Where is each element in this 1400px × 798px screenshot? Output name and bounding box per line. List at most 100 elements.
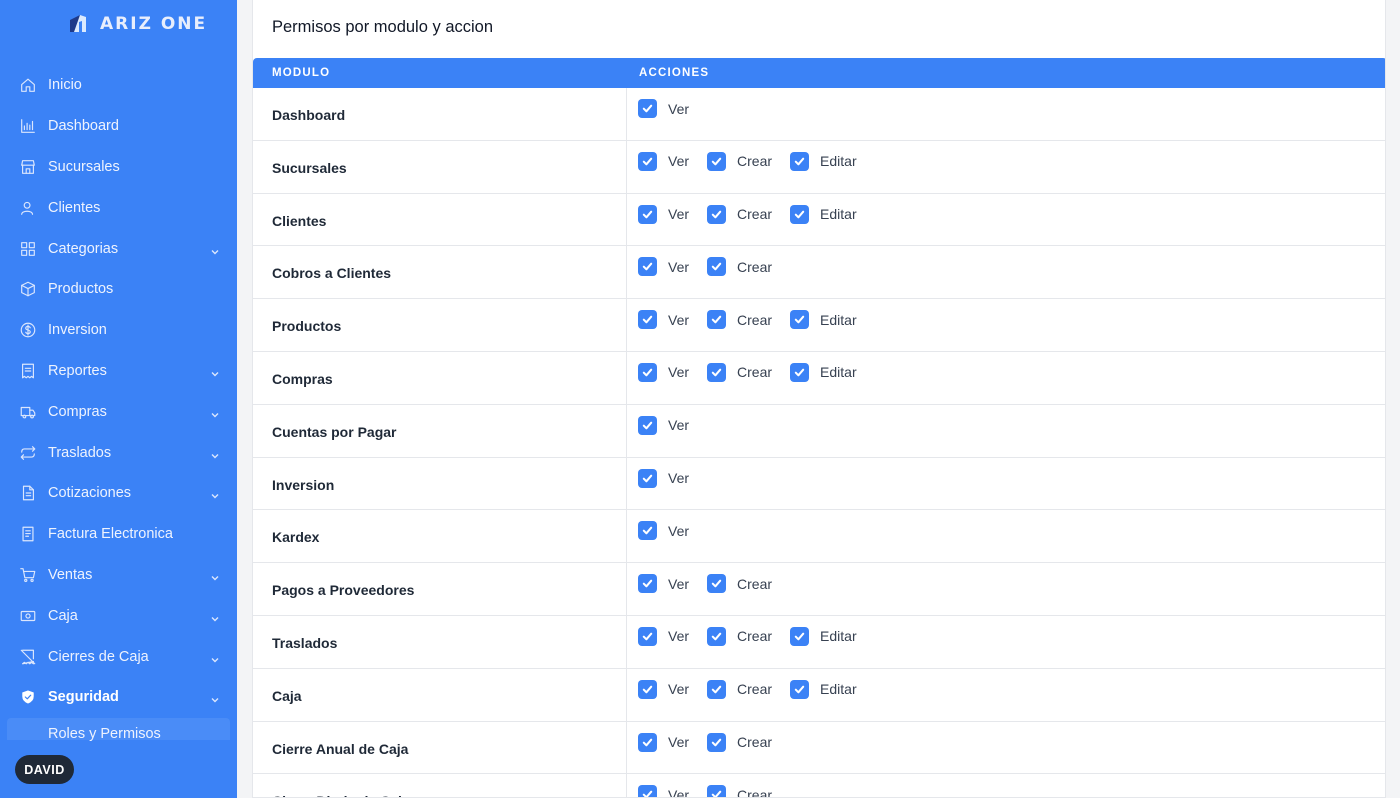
user-badge[interactable]: DAVID <box>15 755 74 784</box>
checkbox-checked-icon[interactable] <box>638 468 657 488</box>
sidebar-item-sucursales[interactable]: Sucursales <box>0 147 237 188</box>
permission-ver-checkbox[interactable]: Ver <box>638 151 689 171</box>
permission-editar-checkbox[interactable]: Editar <box>790 151 857 171</box>
permission-ver-checkbox[interactable]: Ver <box>638 679 689 699</box>
permission-ver-checkbox[interactable]: Ver <box>638 626 689 646</box>
brand-logo-icon <box>66 12 90 36</box>
invoice-icon <box>19 525 37 543</box>
logo[interactable]: ARIZ ONE <box>66 12 207 36</box>
permission-ver-checkbox[interactable]: Ver <box>638 732 689 752</box>
checkbox-checked-icon[interactable] <box>790 679 810 699</box>
sidebar-item-factura-electronica[interactable]: Factura Electronica <box>0 514 237 555</box>
permission-ver-checkbox[interactable]: Ver <box>638 468 689 488</box>
permission-ver-checkbox[interactable]: Ver <box>638 257 689 277</box>
permission-crear-checkbox[interactable]: Crear <box>707 574 772 594</box>
table-row: Cobros a Clientes Ver Crear <box>253 246 1385 300</box>
sidebar-subitem-roles-permisos[interactable]: Roles y Permisos <box>7 718 230 742</box>
chevron-down-icon[interactable] <box>210 611 220 622</box>
sidebar-item-ventas[interactable]: Ventas <box>0 555 237 596</box>
chevron-down-icon[interactable] <box>210 366 220 377</box>
sidebar-item-traslados[interactable]: Traslados <box>0 432 237 473</box>
permission-crear-checkbox[interactable]: Crear <box>707 257 772 277</box>
permission-crear-checkbox[interactable]: Crear <box>707 204 772 224</box>
sidebar-item-inversion[interactable]: Inversion <box>0 310 237 351</box>
checkbox-checked-icon[interactable] <box>707 362 727 382</box>
permission-ver-checkbox[interactable]: Ver <box>638 785 689 797</box>
permission-ver-checkbox[interactable]: Ver <box>638 521 689 541</box>
sidebar-item-productos[interactable]: Productos <box>0 269 237 310</box>
chevron-down-icon[interactable] <box>210 448 220 459</box>
permission-crear-checkbox[interactable]: Crear <box>707 732 772 752</box>
checkbox-checked-icon[interactable] <box>638 521 657 541</box>
chevron-down-icon[interactable] <box>210 407 220 418</box>
chevron-down-icon[interactable] <box>210 570 220 581</box>
checkbox-checked-icon[interactable] <box>638 732 657 752</box>
table-row: Productos Ver Crear Editar <box>253 299 1385 352</box>
sidebar-item-compras[interactable]: Compras <box>0 391 237 432</box>
permission-crear-checkbox[interactable]: Crear <box>707 785 772 797</box>
sidebar-item-categorias[interactable]: Categorias <box>0 228 237 269</box>
checkbox-checked-icon[interactable] <box>638 415 657 435</box>
checkbox-checked-icon[interactable] <box>638 626 657 646</box>
permission-ver-checkbox[interactable]: Ver <box>638 415 689 435</box>
checkbox-checked-icon[interactable] <box>638 257 657 277</box>
checkbox-checked-icon[interactable] <box>707 679 727 699</box>
chevron-down-icon[interactable] <box>210 488 220 499</box>
sidebar-item-cotizaciones[interactable]: Cotizaciones <box>0 473 237 514</box>
permission-crear-checkbox[interactable]: Crear <box>707 151 772 171</box>
permission-editar-checkbox[interactable]: Editar <box>790 626 857 646</box>
column-divider <box>626 721 627 774</box>
table-row: Caja Ver Crear Editar <box>253 668 1385 722</box>
sidebar-item-inicio[interactable]: Inicio <box>0 65 237 106</box>
permission-crear-checkbox[interactable]: Crear <box>707 679 772 699</box>
permission-editar-checkbox[interactable]: Editar <box>790 310 857 330</box>
permission-ver-checkbox[interactable]: Ver <box>638 99 689 118</box>
sidebar-item-caja[interactable]: Caja <box>0 595 237 636</box>
permission-ver-checkbox[interactable]: Ver <box>638 574 689 594</box>
checkbox-checked-icon[interactable] <box>638 574 657 594</box>
checkbox-checked-icon[interactable] <box>638 151 657 171</box>
checkbox-checked-icon[interactable] <box>638 679 657 699</box>
sidebar-item-reportes[interactable]: Reportes <box>0 351 237 392</box>
checkbox-checked-icon[interactable] <box>707 785 727 797</box>
checkbox-checked-icon[interactable] <box>707 204 727 224</box>
permission-editar-checkbox[interactable]: Editar <box>790 679 857 699</box>
checkbox-checked-icon[interactable] <box>707 732 727 752</box>
checkbox-checked-icon[interactable] <box>638 99 657 118</box>
checkbox-checked-icon[interactable] <box>790 151 810 171</box>
checkbox-checked-icon[interactable] <box>707 574 727 594</box>
chevron-down-icon[interactable] <box>210 652 220 663</box>
permission-crear-checkbox[interactable]: Crear <box>707 626 772 646</box>
permission-editar-checkbox[interactable]: Editar <box>790 204 857 224</box>
checkbox-checked-icon[interactable] <box>707 257 727 277</box>
module-name: Pagos a Proveedores <box>272 582 415 599</box>
permission-crear-checkbox[interactable]: Crear <box>707 310 772 330</box>
checkbox-checked-icon[interactable] <box>638 362 657 382</box>
checkbox-checked-icon[interactable] <box>638 204 657 224</box>
permission-ver-checkbox[interactable]: Ver <box>638 204 689 224</box>
checkbox-checked-icon[interactable] <box>707 626 727 646</box>
chevron-down-icon[interactable] <box>210 244 220 255</box>
checkbox-checked-icon[interactable] <box>707 151 727 171</box>
sidebar-item-clientes[interactable]: Clientes <box>0 187 237 228</box>
permission-editar-checkbox[interactable]: Editar <box>790 362 857 382</box>
checkbox-checked-icon[interactable] <box>790 626 810 646</box>
chevron-down-icon[interactable] <box>210 692 220 703</box>
sidebar-item-cierres-de-caja[interactable]: Cierres de Caja <box>0 636 237 677</box>
checkbox-checked-icon[interactable] <box>790 362 810 382</box>
checkbox-checked-icon[interactable] <box>707 310 727 330</box>
permission-label: Ver <box>668 364 690 381</box>
module-name: Cierre Diario de Caja <box>272 793 410 797</box>
checkbox-checked-icon[interactable] <box>638 785 657 797</box>
permission-crear-checkbox[interactable]: Crear <box>707 362 772 382</box>
permission-ver-checkbox[interactable]: Ver <box>638 310 689 330</box>
column-divider <box>626 615 627 668</box>
module-name: Sucursales <box>272 159 347 176</box>
checkbox-checked-icon[interactable] <box>790 204 810 224</box>
checkbox-checked-icon[interactable] <box>638 310 657 330</box>
sidebar-item-seguridad[interactable]: Seguridad <box>0 677 237 718</box>
module-name: Compras <box>272 370 333 387</box>
permission-ver-checkbox[interactable]: Ver <box>638 362 690 382</box>
sidebar-item-dashboard[interactable]: Dashboard <box>0 106 237 147</box>
checkbox-checked-icon[interactable] <box>790 310 810 330</box>
